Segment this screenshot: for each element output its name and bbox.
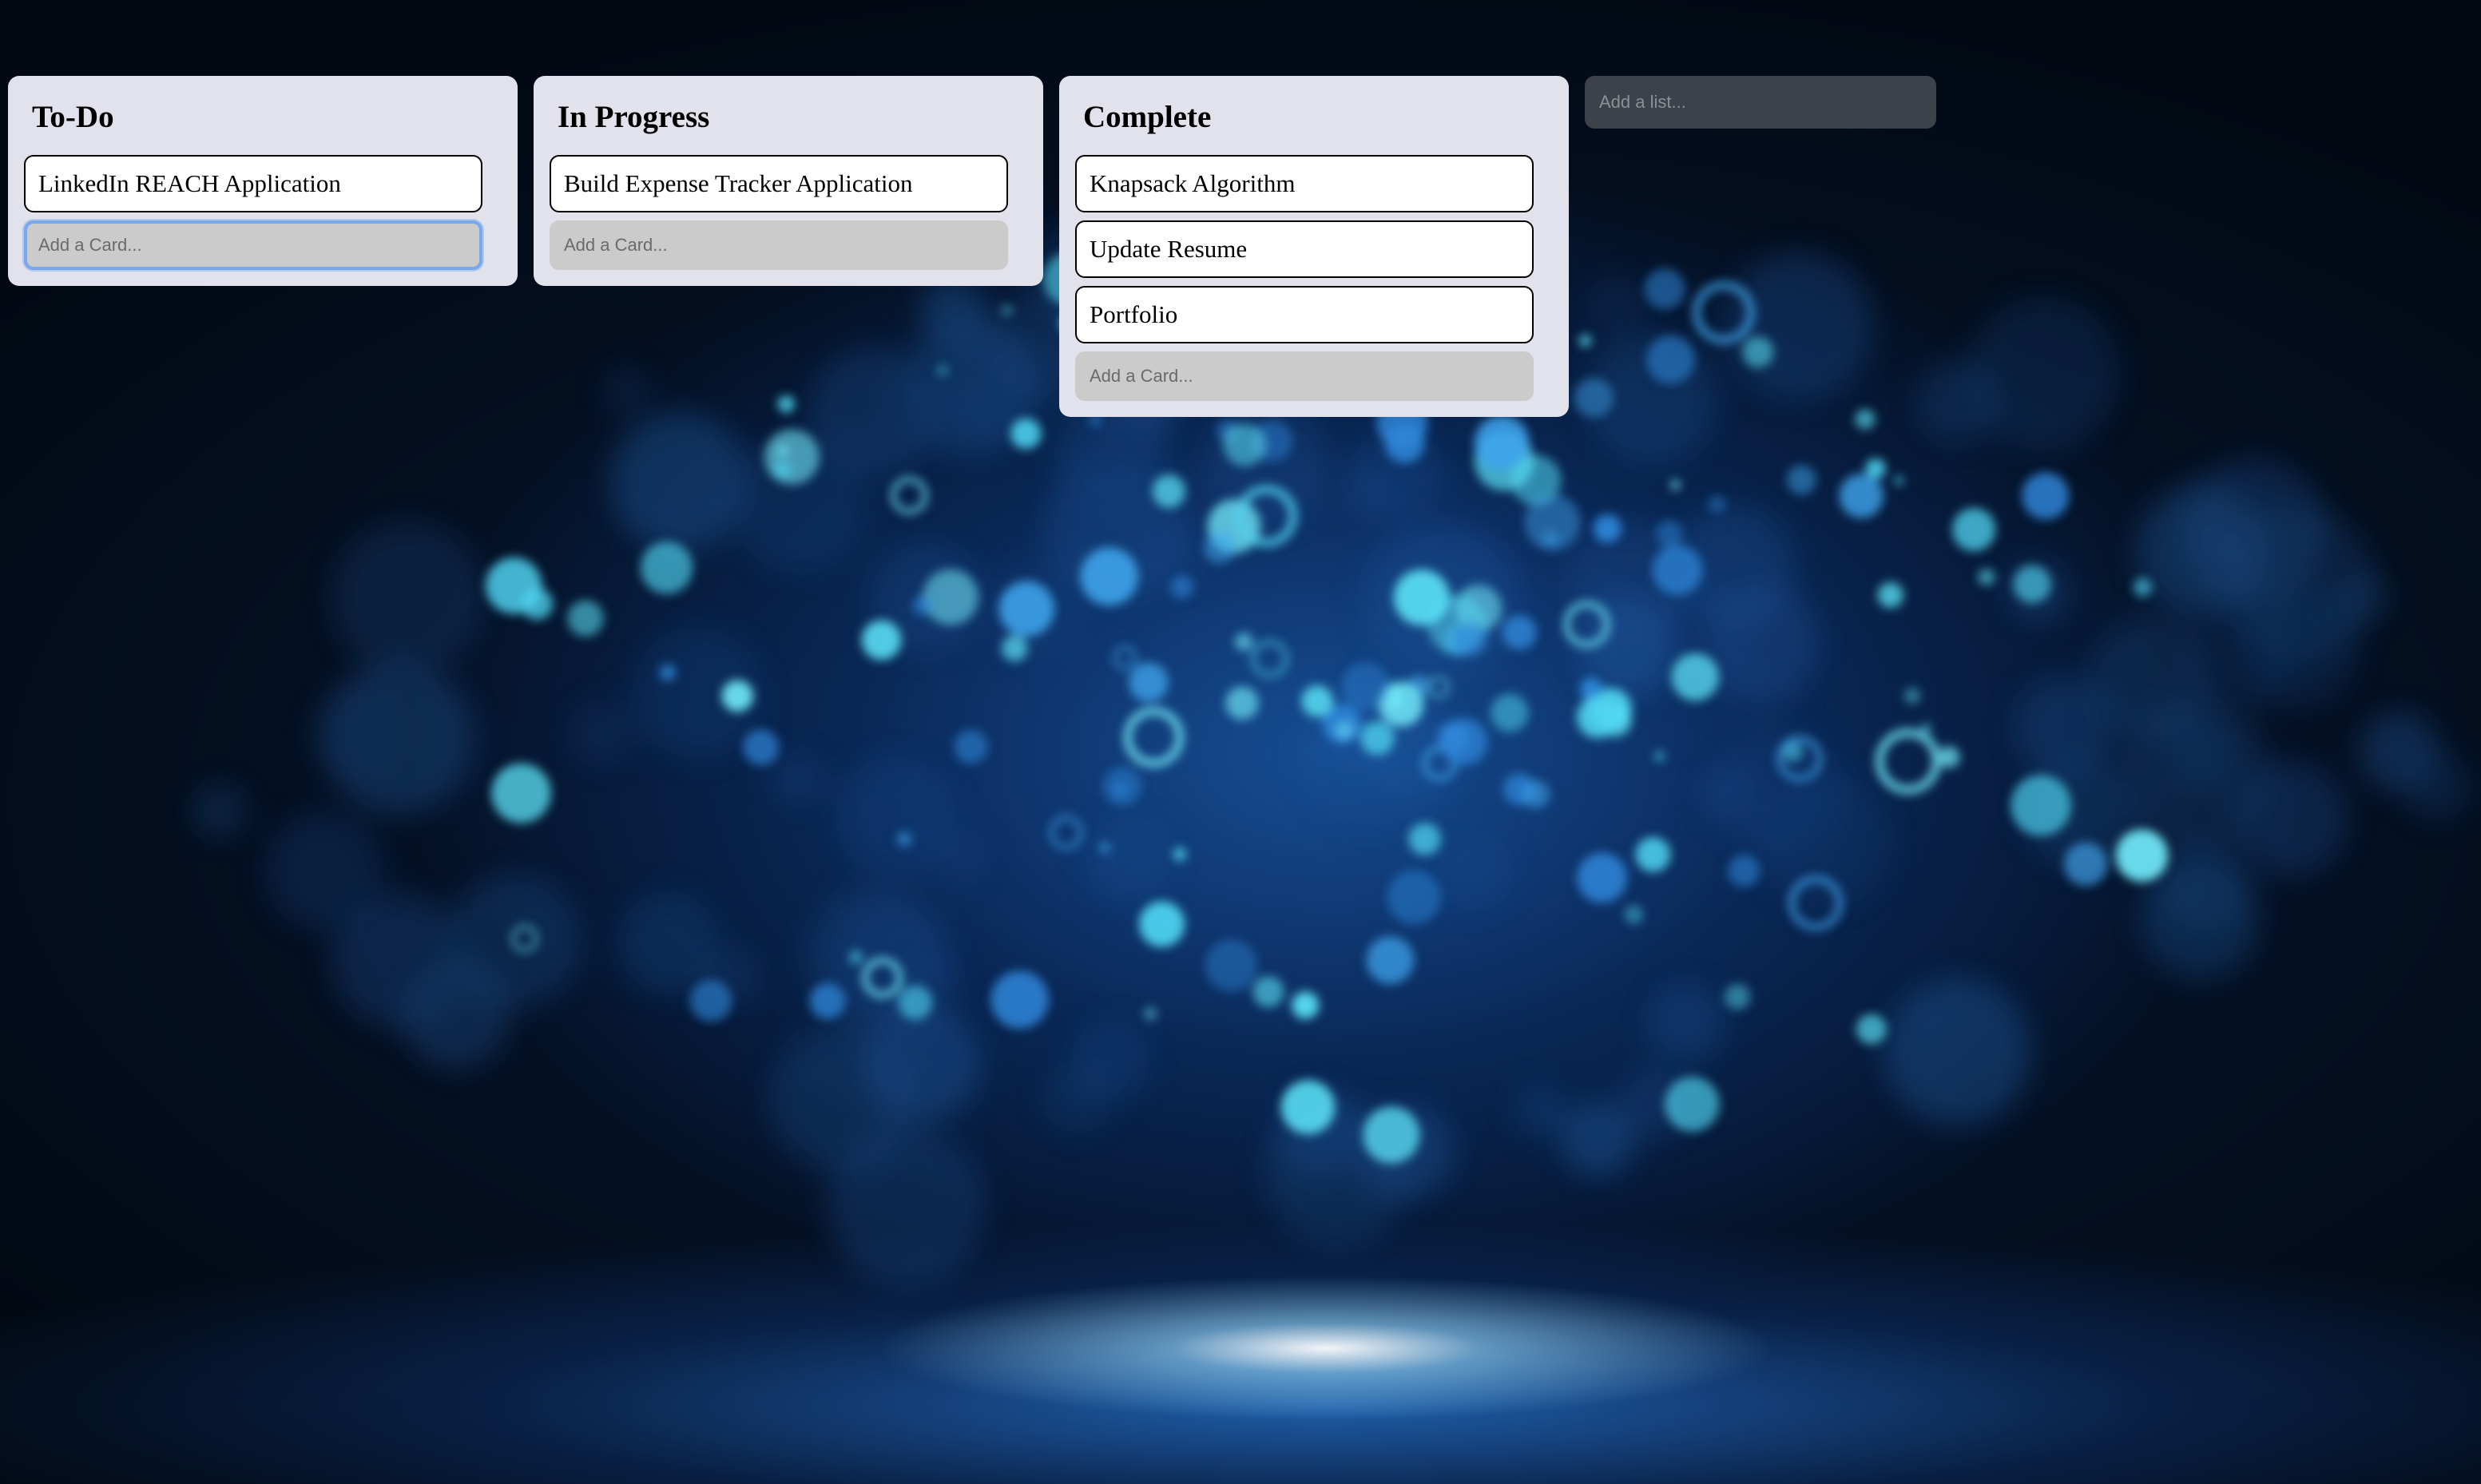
kanban-board: To-Do LinkedIn REACH Application In Prog… [8,76,1936,417]
list-complete: Complete Knapsack Algorithm Update Resum… [1059,76,1569,417]
add-card-input[interactable] [1075,351,1534,401]
card[interactable]: LinkedIn REACH Application [24,155,482,212]
add-card-input[interactable] [550,220,1008,270]
list-to-do: To-Do LinkedIn REACH Application [8,76,518,286]
card[interactable]: Build Expense Tracker Application [550,155,1008,212]
card[interactable]: Update Resume [1075,220,1534,278]
add-list-input[interactable] [1585,76,1936,129]
list-title[interactable]: In Progress [558,92,1027,133]
list-in-progress: In Progress Build Expense Tracker Applic… [534,76,1043,286]
card[interactable]: Portfolio [1075,286,1534,343]
card[interactable]: Knapsack Algorithm [1075,155,1534,212]
add-card-input[interactable] [24,220,482,270]
list-title[interactable]: To-Do [32,92,502,133]
list-title[interactable]: Complete [1083,92,1553,133]
